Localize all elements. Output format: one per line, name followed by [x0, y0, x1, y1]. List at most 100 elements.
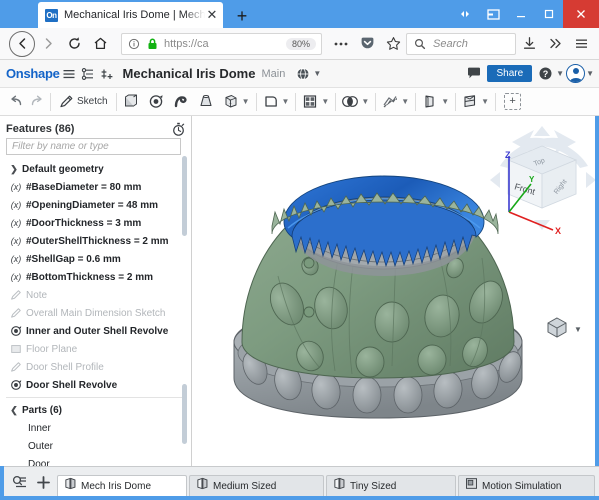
boolean-dropdown-caret-icon[interactable]: ▼ — [361, 97, 369, 106]
document-tab-mech-iris-dome[interactable]: Mech Iris Dome — [57, 475, 187, 496]
graphics-viewport[interactable]: Top Front Right Z X Y ▼ — [192, 116, 595, 466]
info-circle-icon[interactable] — [125, 35, 143, 53]
pattern-icon[interactable] — [300, 90, 320, 114]
feature-row-door-shell-profile[interactable]: Door Shell Profile — [4, 358, 188, 376]
view-mode-dropdown-caret-icon[interactable]: ▼ — [574, 325, 582, 334]
features-scrollbar[interactable] — [182, 156, 187, 236]
overflow-chevron-icon[interactable] — [542, 31, 568, 57]
url-bar[interactable]: https://ca 80% — [121, 32, 322, 55]
feature-row-doorthickness[interactable]: (x) #DoorThickness = 3 mm — [4, 214, 188, 232]
add-tab-button[interactable] — [31, 470, 55, 494]
fillet-dropdown-caret-icon[interactable]: ▼ — [242, 97, 250, 106]
variable-icon: (x) — [10, 200, 22, 210]
add-version-icon[interactable] — [98, 63, 117, 85]
feature-row-door-shell-revolve[interactable]: Door Shell Revolve — [4, 376, 188, 394]
sweep-icon[interactable] — [171, 90, 191, 114]
feature-row-basediameter[interactable]: (x) #BaseDiameter = 80 mm — [4, 178, 188, 196]
feature-row-inner-and-outer-shell-revolve[interactable]: Inner and Outer Shell Revolve — [4, 322, 188, 340]
page-action-icon[interactable] — [479, 0, 507, 28]
parts-group-header[interactable]: ❮ Parts (6) — [4, 401, 188, 419]
zoom-level-badge[interactable]: 80% — [285, 37, 316, 50]
version-graph-icon[interactable] — [79, 63, 98, 85]
padlock-icon[interactable] — [143, 35, 161, 53]
add-feature-button[interactable]: + — [504, 93, 522, 110]
chevron-right-icon[interactable]: ❯ — [8, 164, 20, 175]
stopwatch-icon[interactable] — [172, 122, 185, 136]
draft-icon[interactable] — [420, 90, 440, 114]
share-button[interactable]: Share — [487, 65, 533, 82]
browser-tab[interactable]: On Mechanical Iris Dome | Mech Iri ✕ — [38, 2, 223, 28]
feature-row-floor-plane[interactable]: Floor Plane — [4, 340, 188, 358]
sketch-button[interactable]: Sketch — [55, 90, 112, 114]
view-mode-cube-icon[interactable] — [547, 317, 567, 338]
feature-row-overall-main-dimension-sketch[interactable]: Overall Main Dimension Sketch — [4, 304, 188, 322]
boolean-icon[interactable] — [340, 90, 360, 114]
pocket-icon[interactable] — [354, 31, 380, 57]
shell-dropdown-caret-icon[interactable]: ▼ — [282, 97, 290, 106]
bookmark-star-icon[interactable] — [380, 31, 406, 57]
transform-icon[interactable] — [380, 90, 400, 114]
tab-filter-icon[interactable] — [7, 470, 31, 494]
close-window-icon[interactable] — [563, 0, 599, 28]
loft-icon[interactable] — [196, 90, 216, 114]
forward-icon[interactable] — [35, 31, 61, 57]
url-text[interactable]: https://ca — [164, 38, 286, 50]
split-icon[interactable] — [460, 90, 480, 114]
feature-row-outershellthickness[interactable]: (x) #OuterShellThickness = 2 mm — [4, 232, 188, 250]
feature-row-shellgap[interactable]: (x) #ShellGap = 0.6 mm — [4, 250, 188, 268]
split-dropdown-caret-icon[interactable]: ▼ — [481, 97, 489, 106]
extrude-icon[interactable] — [121, 90, 141, 114]
undo-icon[interactable] — [6, 90, 26, 114]
hamburger-menu-icon[interactable] — [60, 63, 79, 85]
reload-icon[interactable] — [61, 31, 87, 57]
document-tab-medium-sized[interactable]: Medium Sized — [189, 475, 324, 496]
onshape-favicon: On — [45, 8, 58, 22]
draft-dropdown-caret-icon[interactable]: ▼ — [441, 97, 449, 106]
back-icon[interactable] — [9, 30, 35, 57]
app-menu-icon[interactable] — [568, 31, 594, 57]
document-tab-label: Tiny Sized — [350, 480, 397, 492]
parts-group-label: Parts (6) — [22, 404, 63, 416]
help-dropdown-caret-icon[interactable]: ▼ — [556, 69, 564, 78]
help-circle-icon[interactable]: ? — [536, 63, 555, 85]
comment-icon[interactable] — [464, 63, 483, 85]
transform-dropdown-caret-icon[interactable]: ▼ — [401, 97, 409, 106]
revolve-icon[interactable] — [146, 90, 166, 114]
document-tab-motion-simulation[interactable]: Motion Simulation — [458, 475, 595, 496]
pattern-dropdown-caret-icon[interactable]: ▼ — [321, 97, 329, 106]
new-tab-button[interactable]: + — [229, 4, 255, 28]
workspace-label[interactable]: Main — [261, 68, 285, 80]
onshape-logo[interactable]: Onshape — [6, 66, 60, 81]
part-row-inner[interactable]: Inner — [4, 419, 188, 437]
home-icon[interactable] — [87, 31, 113, 57]
document-title[interactable]: Mechanical Iris Dome — [123, 66, 256, 81]
feature-label: Floor Plane — [26, 343, 78, 355]
globe-icon[interactable] — [293, 63, 312, 85]
view-cube[interactable]: Top Front Right Z X Y — [490, 126, 595, 236]
avatar[interactable] — [566, 64, 586, 83]
fillet-icon[interactable]: 1 — [221, 90, 241, 114]
document-tab-label: Motion Simulation — [482, 480, 562, 492]
page-actions-icon[interactable] — [328, 31, 354, 57]
shell-icon[interactable] — [261, 90, 281, 114]
redo-icon[interactable] — [26, 90, 46, 114]
feature-row-default-geometry[interactable]: ❯ Default geometry — [4, 160, 188, 178]
restore-down-icon[interactable] — [451, 0, 479, 28]
parts-scrollbar[interactable] — [182, 384, 187, 444]
part-row-outer[interactable]: Outer — [4, 437, 188, 455]
feature-row-bottomthickness[interactable]: (x) #BottomThickness = 2 mm — [4, 268, 188, 286]
search-bar[interactable]: Search — [406, 32, 516, 55]
close-tab-icon[interactable]: ✕ — [205, 8, 219, 22]
globe-dropdown-caret-icon[interactable]: ▼ — [313, 69, 321, 78]
downloads-icon[interactable] — [516, 31, 542, 57]
page-title: Features (86) — [6, 123, 75, 135]
feature-row-note[interactable]: Note — [4, 286, 188, 304]
maximize-icon[interactable] — [535, 0, 563, 28]
feature-row-openingdiameter[interactable]: (x) #OpeningDiameter = 48 mm — [4, 196, 188, 214]
filter-input[interactable]: Filter by name or type — [6, 138, 181, 155]
account-dropdown-caret-icon[interactable]: ▼ — [586, 69, 594, 78]
model-canvas[interactable]: Top Front Right Z X Y ▼ — [192, 116, 595, 466]
chevron-down-icon[interactable]: ❮ — [8, 405, 20, 416]
minimize-icon[interactable] — [507, 0, 535, 28]
document-tab-tiny-sized[interactable]: Tiny Sized — [326, 475, 456, 496]
